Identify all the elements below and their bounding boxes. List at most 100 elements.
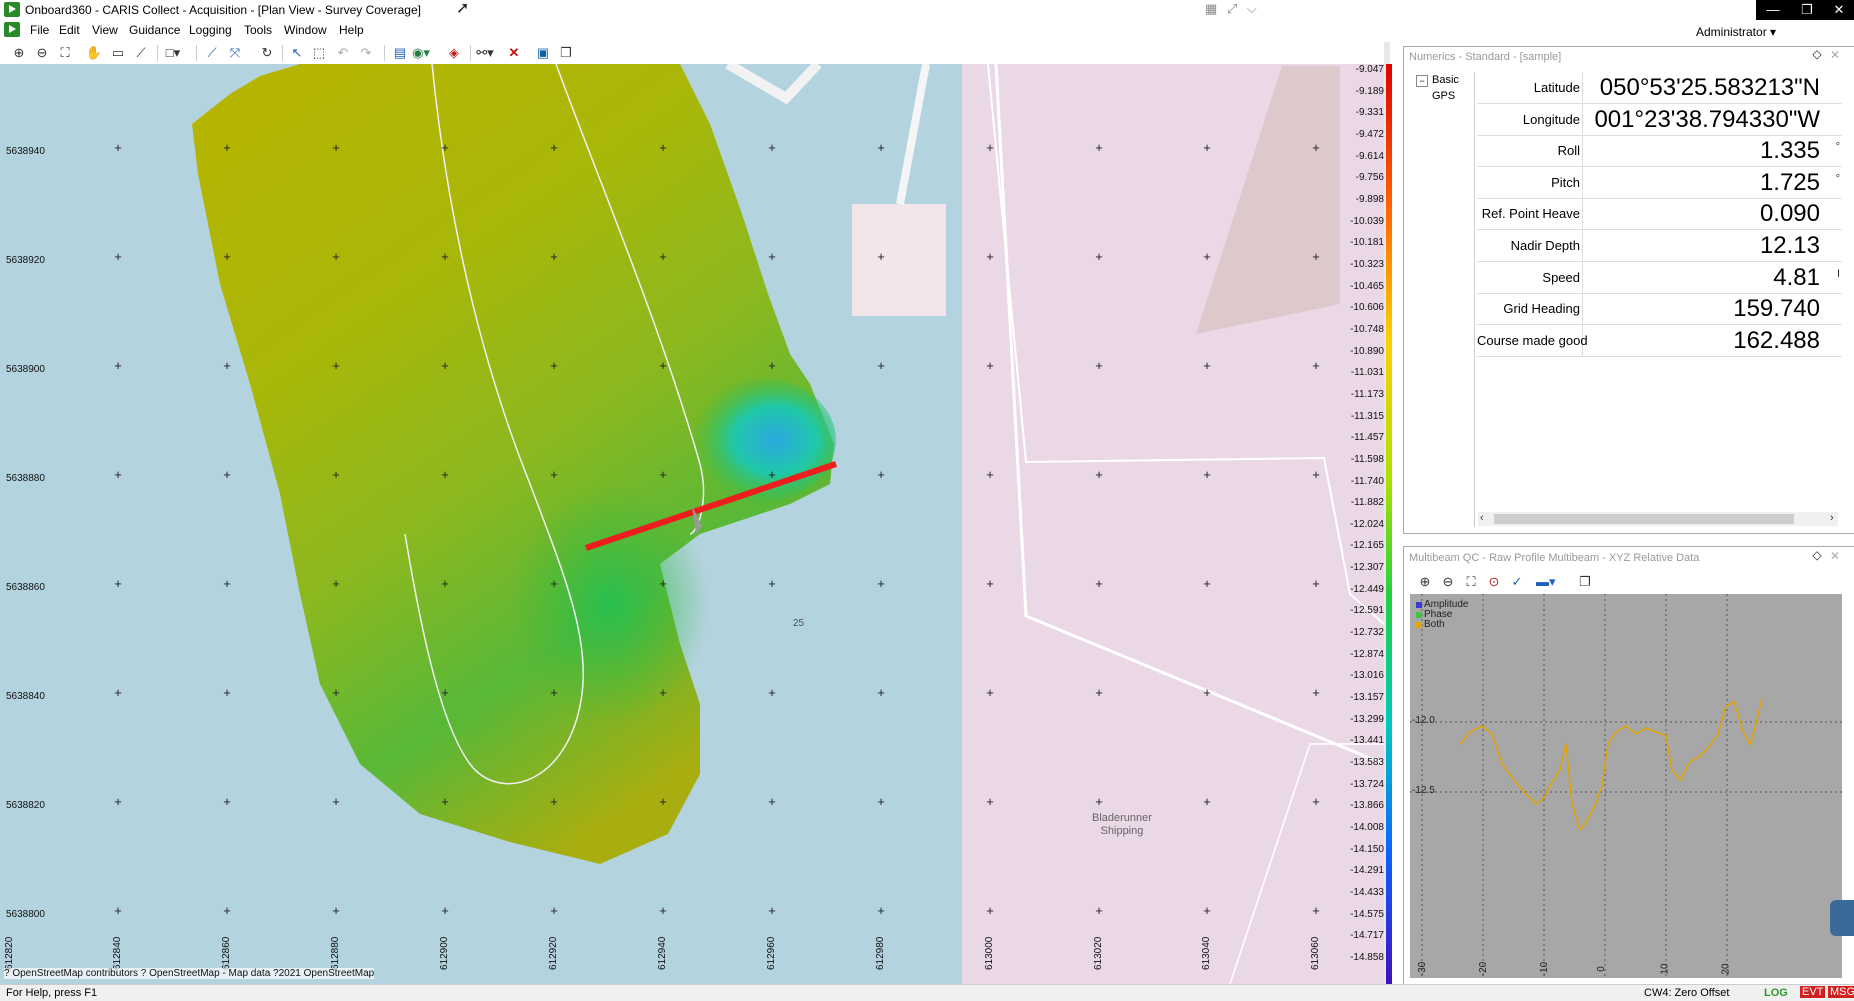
status-msg-indicator[interactable]: MSG — [1828, 986, 1854, 998]
colorbar-label: -12.591 — [1350, 605, 1384, 617]
grid-cross-icon: + — [877, 576, 885, 591]
menu-logging[interactable]: Logging — [189, 23, 232, 37]
scroll-left-icon[interactable]: ‹ — [1480, 512, 1484, 524]
rotate-icon[interactable]: ↻ — [258, 44, 276, 62]
depth-label: 25 — [793, 618, 805, 629]
select-arrow-icon[interactable]: ↖ — [288, 44, 306, 62]
easting-label: 612820 — [4, 936, 15, 970]
easting-label: 613060 — [1310, 936, 1321, 970]
numeric-label: Longitude — [1477, 103, 1583, 135]
profile-x-tick: 20 — [1720, 963, 1732, 975]
layers-icon[interactable]: ▤ — [391, 44, 409, 62]
grid-cross-icon: + — [877, 685, 885, 700]
delete-icon[interactable]: ✕ — [505, 44, 523, 62]
tree-item-basic[interactable]: Basic — [1432, 74, 1459, 86]
depth-colorbar — [1386, 64, 1392, 984]
draw-line-icon[interactable]: ⟋ — [203, 44, 221, 62]
multibeam-profile-plot[interactable]: Amplitude Phase Both -12.0 -12.5 -30 -20 -10 0… — [1410, 594, 1842, 978]
profile-icon[interactable]: ⟋ — [132, 44, 150, 62]
pin-icon[interactable]: ◇ — [1810, 47, 1824, 61]
color-map-icon[interactable]: ◉▾ — [412, 44, 430, 62]
connect-icon[interactable]: ⚯▾ — [476, 44, 494, 62]
colorbar-label: -10.323 — [1350, 258, 1384, 270]
grid-cross-icon: + — [659, 794, 667, 809]
document-icon[interactable] — [4, 22, 20, 37]
edit-select-icon[interactable]: ⬚ — [310, 44, 328, 62]
colorbar-label: -14.717 — [1350, 930, 1384, 942]
grid-cross-icon: + — [1095, 576, 1103, 591]
grid-cross-icon: + — [1312, 140, 1320, 155]
northing-label: 5638840 — [6, 691, 45, 702]
undo-icon[interactable]: ↶ — [334, 44, 352, 62]
menu-help[interactable]: Help — [339, 23, 364, 37]
grid-cross-icon: + — [768, 358, 776, 373]
status-log-indicator[interactable]: LOG — [1764, 987, 1788, 999]
route-tool-icon[interactable]: ⤧ — [226, 44, 244, 62]
menu-window[interactable]: Window — [284, 23, 327, 37]
tree-collapse-icon[interactable]: − — [1416, 75, 1428, 87]
grid-cross-icon: + — [441, 140, 449, 155]
numeric-value: 4.81 — [1773, 263, 1820, 291]
status-evt-indicator[interactable]: EVT — [1800, 986, 1826, 998]
easting-label: 613000 — [984, 936, 995, 970]
zoom-in-icon[interactable]: ⊕ — [1416, 573, 1434, 591]
close-panel-icon[interactable]: ✕ — [1828, 549, 1842, 563]
colorbar-label: -13.583 — [1350, 757, 1384, 769]
maximize-button[interactable]: ❐ — [1790, 0, 1824, 20]
building-polygon — [1196, 66, 1340, 334]
grid-cross-icon: + — [441, 903, 449, 918]
numeric-row: Pitch 1.725 ° — [1477, 166, 1842, 199]
numeric-value: 050°53'25.583213"N — [1599, 74, 1820, 101]
menu-tools[interactable]: Tools — [244, 23, 272, 37]
grid-cross-icon: + — [332, 794, 340, 809]
menu-edit[interactable]: Edit — [59, 23, 80, 37]
grid-cross-icon: + — [1312, 467, 1320, 482]
toolbar-separator — [470, 45, 471, 61]
measure-icon[interactable]: ▭ — [109, 44, 127, 62]
numeric-value: 162.488 — [1733, 326, 1820, 354]
menu-file[interactable]: File — [30, 23, 49, 37]
zoom-extents-icon[interactable]: ⛶ — [56, 44, 74, 62]
zoom-out-icon[interactable]: ⊖ — [33, 44, 51, 62]
zoom-extents-icon[interactable]: ⛶ — [1462, 573, 1480, 591]
redo-icon[interactable]: ↷ — [357, 44, 375, 62]
easting-label: 612980 — [875, 936, 886, 970]
grid-cross-icon: + — [986, 467, 994, 482]
grid-cross-icon: + — [1095, 903, 1103, 918]
grid-cross-icon: + — [768, 685, 776, 700]
colorbar-label: -13.441 — [1350, 735, 1384, 747]
grid-cross-icon: + — [986, 576, 994, 591]
close-button[interactable]: ✕ — [1824, 0, 1854, 20]
zoom-in-icon[interactable]: ⊕ — [10, 44, 28, 62]
rectangle-select-icon[interactable]: □▾ — [164, 44, 182, 62]
close-panel-icon[interactable]: ✕ — [1828, 48, 1842, 62]
colorbar-label: -14.858 — [1350, 952, 1384, 963]
display-options-icon[interactable]: ▬▾ — [1536, 573, 1556, 591]
menu-guidance[interactable]: Guidance — [129, 23, 180, 37]
tree-item-gps[interactable]: GPS — [1432, 90, 1455, 102]
numeric-label: Course made good — [1477, 324, 1588, 356]
screen-capture-icon[interactable]: ▣ — [534, 44, 552, 62]
grid-cross-icon: + — [986, 358, 994, 373]
window-tile-icon[interactable]: ❐ — [557, 44, 575, 62]
numeric-label: Nadir Depth — [1477, 230, 1583, 261]
scroll-right-icon[interactable]: › — [1830, 512, 1834, 524]
minimize-button[interactable]: — — [1756, 0, 1790, 20]
surface-icon[interactable]: ◈ — [445, 44, 463, 62]
pin-icon[interactable]: ◇ — [1810, 548, 1824, 562]
grid-cross-icon: + — [877, 140, 885, 155]
scrollbar-thumb[interactable] — [1494, 514, 1794, 524]
grid-cross-icon: + — [223, 576, 231, 591]
side-panel-tab[interactable] — [1830, 900, 1854, 936]
menu-view[interactable]: View — [92, 23, 118, 37]
auto-scale-icon[interactable]: ✓ — [1508, 573, 1526, 591]
window-tile-icon[interactable]: ❐ — [1576, 573, 1594, 591]
grid-cross-icon: + — [1312, 903, 1320, 918]
pan-icon[interactable]: ✋ — [85, 44, 103, 62]
zoom-box-icon[interactable]: ⊙ — [1485, 573, 1503, 591]
titlebar-layout-icons[interactable]: ▦ ⤢ ⌵ — [1205, 1, 1260, 17]
user-menu[interactable]: Administrator ▾ — [1696, 25, 1776, 39]
grid-cross-icon: + — [659, 467, 667, 482]
plan-view-map[interactable]: + + + + + + + + + + + + + + + + + + + + + + + + + + + + + + + + + + + + + + + +… — [0, 64, 1385, 984]
zoom-out-icon[interactable]: ⊖ — [1439, 573, 1457, 591]
